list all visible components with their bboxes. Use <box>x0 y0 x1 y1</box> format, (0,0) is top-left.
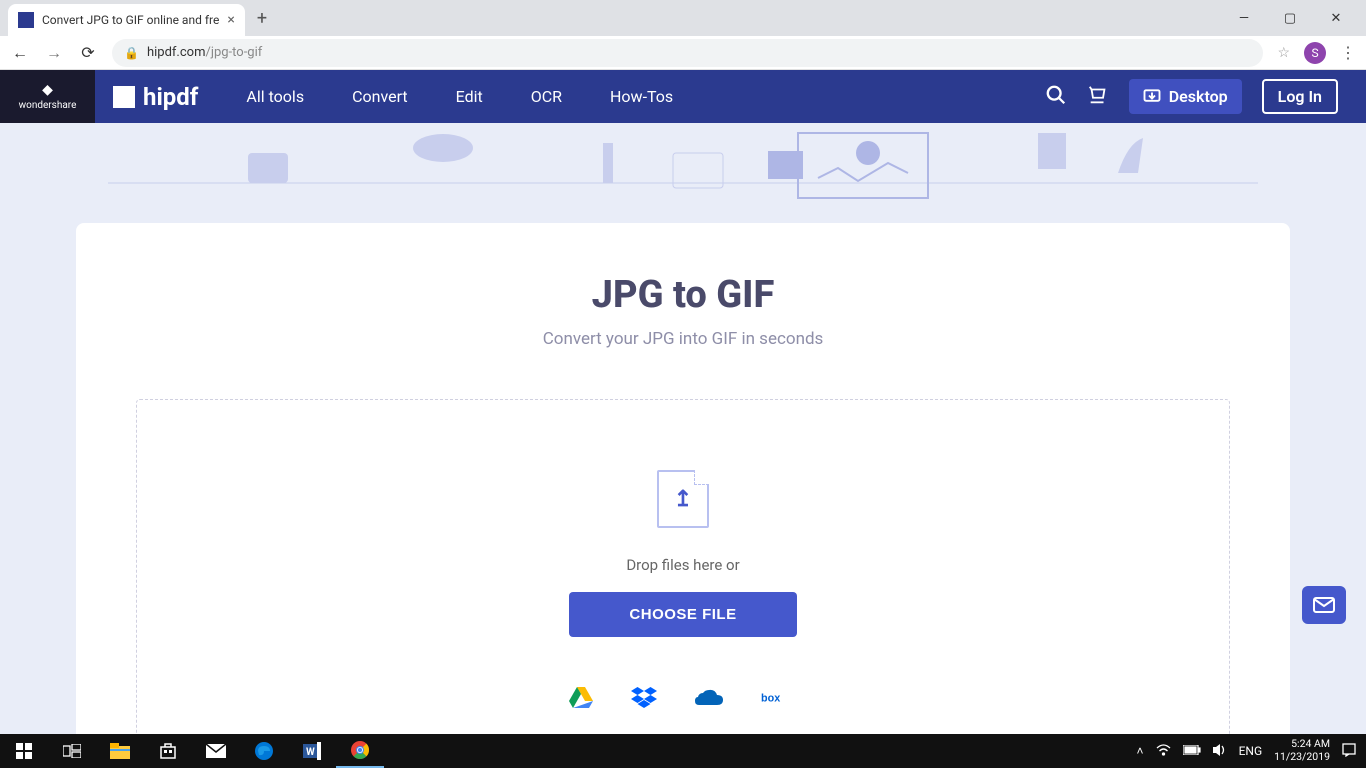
nav-edit[interactable]: Edit <box>456 87 483 106</box>
page-subtitle: Convert your JPG into GIF in seconds <box>136 329 1230 349</box>
cart-icon[interactable] <box>1087 84 1109 110</box>
reload-button[interactable]: ⟳ <box>78 43 98 62</box>
main-nav: All tools Convert Edit OCR How-Tos <box>246 87 673 106</box>
feedback-button[interactable] <box>1302 586 1346 624</box>
language-indicator[interactable]: ENG <box>1239 744 1263 758</box>
search-icon[interactable] <box>1045 84 1067 110</box>
google-drive-icon[interactable] <box>569 687 593 713</box>
tab-title: Convert JPG to GIF online and fre <box>42 13 219 27</box>
page-title: JPG to GIF <box>136 273 1230 317</box>
download-icon <box>1143 88 1161 106</box>
wondershare-label: wondershare <box>19 100 77 111</box>
new-tab-button[interactable]: + <box>257 8 267 29</box>
nav-howtos[interactable]: How-Tos <box>610 87 673 106</box>
browser-tab-strip: Convert JPG to GIF online and fre × + — … <box>0 0 1366 36</box>
choose-file-button[interactable]: CHOOSE FILE <box>569 592 796 637</box>
windows-taskbar: W ˄ ENG 5:24 AM 11/23/2019 <box>0 734 1366 768</box>
nav-convert[interactable]: Convert <box>352 87 408 106</box>
wondershare-logo[interactable]: ◆ wondershare <box>0 70 95 123</box>
desktop-button[interactable]: Desktop <box>1129 79 1242 114</box>
cloud-providers: box <box>569 687 797 713</box>
start-button[interactable] <box>0 734 48 768</box>
mail-icon <box>1313 597 1335 613</box>
browser-menu-button[interactable]: ⋮ <box>1340 43 1356 62</box>
profile-avatar[interactable]: S <box>1304 42 1326 64</box>
back-button[interactable]: ← <box>10 43 30 63</box>
browser-toolbar: ← → ⟳ 🔒 hipdf.com/jpg-to-gif ☆ S ⋮ <box>0 36 1366 70</box>
close-tab-icon[interactable]: × <box>227 12 234 28</box>
dropbox-icon[interactable] <box>631 687 657 713</box>
tray-chevron-icon[interactable]: ˄ <box>1137 744 1144 758</box>
clock-date: 11/23/2019 <box>1274 751 1330 764</box>
nav-all-tools[interactable]: All tools <box>246 87 304 106</box>
hipdf-icon <box>113 86 135 108</box>
notifications-icon[interactable] <box>1342 743 1356 760</box>
window-controls: — ▢ ✕ <box>1230 4 1358 32</box>
minimize-button[interactable]: — <box>1230 4 1258 32</box>
clock[interactable]: 5:24 AM 11/23/2019 <box>1274 738 1330 763</box>
page-content: ◆ wondershare hipdf All tools Convert Ed… <box>0 70 1366 734</box>
mail-app-icon[interactable] <box>192 734 240 768</box>
word-app-icon[interactable]: W <box>288 734 336 768</box>
upload-file-icon: ↥ <box>657 470 709 528</box>
decorative-illustrations <box>0 123 1366 223</box>
url-text: hipdf.com/jpg-to-gif <box>147 45 262 60</box>
nav-ocr[interactable]: OCR <box>531 87 562 106</box>
wifi-icon[interactable] <box>1156 744 1171 759</box>
converter-card: JPG to GIF Convert your JPG into GIF in … <box>76 223 1290 734</box>
login-button[interactable]: Log In <box>1262 79 1338 114</box>
maximize-button[interactable]: ▢ <box>1276 4 1304 32</box>
svg-text:W: W <box>306 747 315 758</box>
svg-text:box: box <box>761 693 780 705</box>
microsoft-store-icon[interactable] <box>144 734 192 768</box>
forward-button[interactable]: → <box>44 43 64 63</box>
battery-icon[interactable] <box>1183 744 1201 758</box>
header-actions: Desktop Log In <box>1045 79 1366 114</box>
hipdf-label: hipdf <box>143 83 198 111</box>
hipdf-logo[interactable]: hipdf <box>113 83 198 111</box>
close-window-button[interactable]: ✕ <box>1322 4 1350 32</box>
desktop-label: Desktop <box>1169 87 1228 106</box>
file-dropzone[interactable]: ↥ Drop files here or CHOOSE FILE box <box>136 399 1230 734</box>
wondershare-icon: ◆ <box>42 82 53 98</box>
bookmark-star-icon[interactable]: ☆ <box>1277 45 1290 61</box>
login-label: Log In <box>1278 87 1322 106</box>
file-explorer-icon[interactable] <box>96 734 144 768</box>
task-view-button[interactable] <box>48 734 96 768</box>
drop-hint-text: Drop files here or <box>626 556 739 574</box>
address-bar[interactable]: 🔒 hipdf.com/jpg-to-gif <box>112 39 1263 67</box>
onedrive-icon[interactable] <box>695 689 723 711</box>
chrome-browser-icon[interactable] <box>336 734 384 768</box>
volume-icon[interactable] <box>1213 743 1227 760</box>
site-header: ◆ wondershare hipdf All tools Convert Ed… <box>0 70 1366 123</box>
lock-icon: 🔒 <box>124 46 139 60</box>
browser-tab[interactable]: Convert JPG to GIF online and fre × <box>8 4 245 36</box>
tab-favicon <box>18 12 34 28</box>
box-icon[interactable]: box <box>761 689 797 711</box>
edge-browser-icon[interactable] <box>240 734 288 768</box>
